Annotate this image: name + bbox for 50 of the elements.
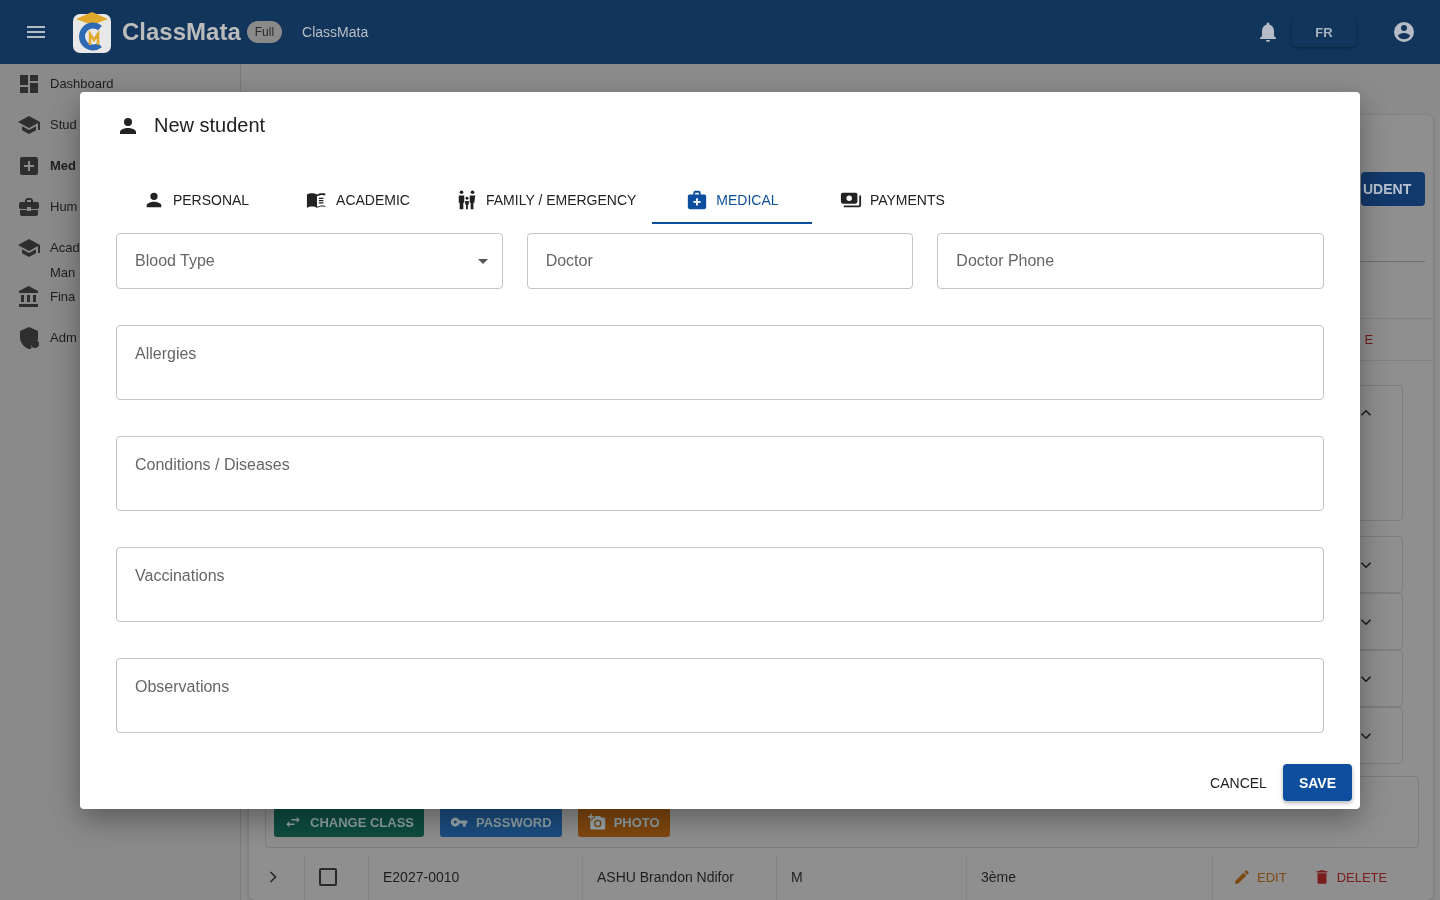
- save-button[interactable]: SAVE: [1282, 764, 1352, 801]
- select-field[interactable]: Blood Type: [116, 233, 503, 289]
- cap-icon: [17, 236, 41, 260]
- text-area[interactable]: Vaccinations: [116, 547, 1324, 622]
- app-name: ClassMata: [122, 18, 241, 46]
- sidebar-item[interactable]: Dashboard: [50, 71, 114, 96]
- sidebar-item[interactable]: Adm: [50, 325, 77, 350]
- action-button[interactable]: PHOTO: [577, 807, 670, 837]
- tab[interactable]: ACADEMIC: [276, 178, 440, 224]
- delete-button[interactable]: DELETE: [1306, 867, 1394, 887]
- text-area[interactable]: Allergies: [116, 325, 1324, 400]
- table-cell: ASHU Brandon Ndifor: [597, 869, 734, 885]
- sidebar-item[interactable]: Hum: [50, 194, 78, 219]
- logo-icon: [72, 10, 112, 54]
- input-field[interactable]: Doctor Phone: [937, 233, 1324, 289]
- table-cell: E2027-0010: [383, 869, 460, 885]
- input-field[interactable]: Doctor: [526, 233, 914, 289]
- bank-icon: [17, 285, 41, 309]
- sidebar-item[interactable]: Acad Man: [50, 235, 80, 285]
- language-button[interactable]: FR: [1292, 17, 1356, 47]
- sidebar-item[interactable]: Med: [50, 153, 76, 178]
- account-icon[interactable]: [1392, 20, 1416, 44]
- table-cell: M: [791, 869, 803, 885]
- text-area[interactable]: Observations: [116, 658, 1324, 733]
- sidebar-item[interactable]: Fina: [50, 284, 76, 309]
- action-button[interactable]: PASSWORD: [440, 807, 562, 837]
- sidebar-item[interactable]: Stud: [50, 112, 77, 137]
- shield-icon: [17, 326, 41, 350]
- tab[interactable]: MEDICAL: [652, 178, 813, 224]
- action-button[interactable]: CHANGE CLASS: [274, 807, 424, 837]
- plan-badge: Full: [246, 21, 283, 43]
- table-cell: 3ème: [981, 869, 1017, 885]
- dialog-title: New student: [154, 114, 266, 137]
- pencil-icon: [1233, 868, 1251, 886]
- medical-bag-icon: [686, 189, 709, 211]
- dashboard-icon: [17, 72, 41, 96]
- tab[interactable]: PAYMENTS: [812, 178, 973, 224]
- camera-icon: [587, 813, 606, 831]
- cap-icon: [17, 113, 41, 137]
- table-cell: E: [1364, 332, 1374, 347]
- tab[interactable]: PERSONAL: [116, 178, 276, 224]
- tab[interactable]: FAMILY / EMERGENCY: [440, 178, 653, 224]
- checkbox[interactable]: [319, 868, 337, 886]
- app-subtitle: ClassMata: [302, 24, 369, 40]
- family-icon: [456, 189, 478, 211]
- add-student-button[interactable]: UDENT: [1360, 172, 1426, 206]
- caret-icon: [477, 258, 488, 264]
- text-area[interactable]: Conditions / Diseases: [116, 436, 1324, 511]
- briefcase-icon: [17, 195, 41, 219]
- cancel-button[interactable]: CANCEL: [1210, 764, 1267, 801]
